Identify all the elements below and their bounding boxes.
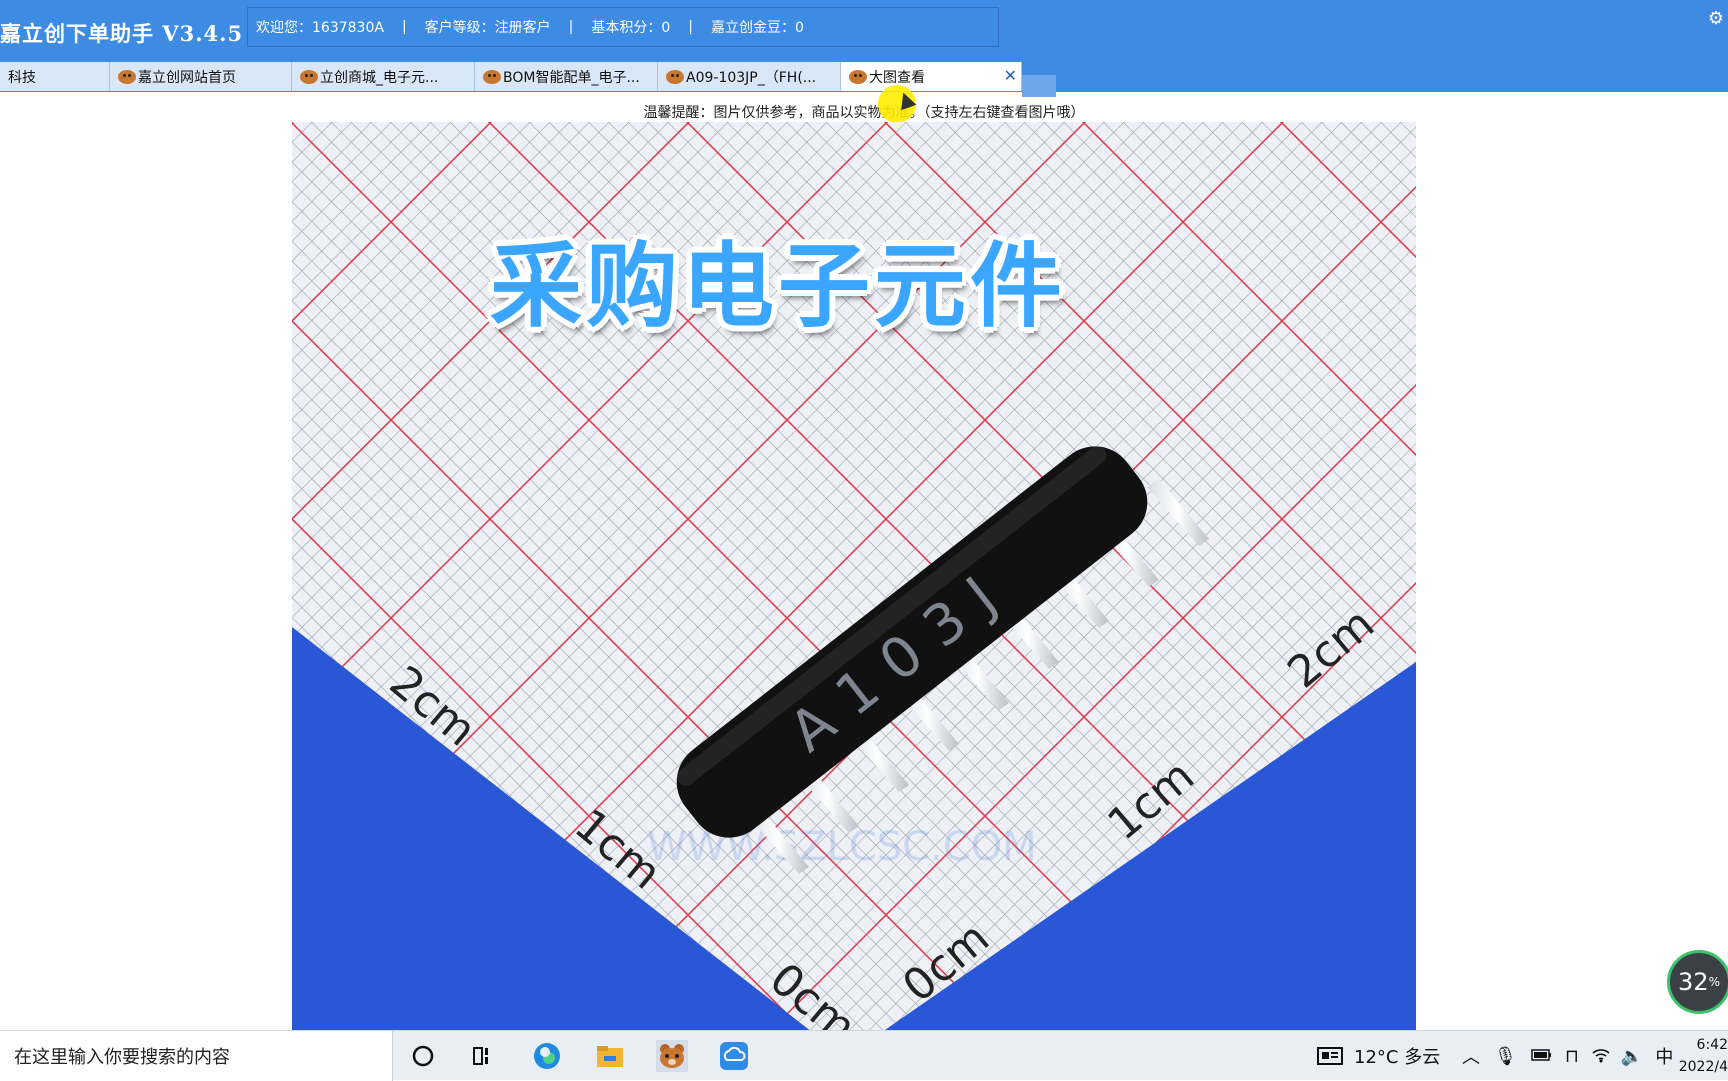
customer-level: 客户等级：注册客户 (424, 20, 551, 36)
tab-label: BOM智能配单_电子... (503, 69, 640, 86)
bear-icon (483, 69, 501, 84)
bear-icon (666, 69, 684, 84)
pin-icon[interactable]: ⊓ (1565, 1046, 1579, 1067)
search-placeholder: 在这里输入你要搜索的内容 (14, 1047, 230, 1068)
tab-image-view[interactable]: 大图查看 ✕ (841, 62, 1022, 91)
welcome-text: 欢迎您：1637830A (256, 20, 384, 36)
tab-label: 立创商城_电子元... (320, 69, 439, 86)
weather-widget[interactable]: 12°C 多云 (1316, 1031, 1440, 1081)
account-info-bar: 欢迎您：1637830A | 客户等级：注册客户 | 基本积分：0 | 嘉立创金… (247, 7, 999, 47)
progress-badge[interactable]: 32% (1667, 950, 1728, 1014)
file-explorer-icon[interactable] (594, 1040, 626, 1072)
chevron-up-icon[interactable]: ︿ (1462, 1043, 1480, 1069)
new-tab-area[interactable] (1022, 75, 1056, 97)
tab-label: 大图查看 (869, 69, 925, 86)
clock-date: 2022/4 (1678, 1059, 1728, 1075)
tray-icons: ︿ 🎙 ⊓ 🔈 中 (1462, 1031, 1673, 1081)
taskbar-search[interactable]: 在这里输入你要搜索的内容 (0, 1031, 393, 1081)
close-icon[interactable]: ✕ (1004, 66, 1017, 85)
tab-label: 嘉立创网站首页 (138, 69, 236, 86)
tab-part[interactable]: A09-103JP_（FH(... (658, 62, 841, 91)
bear-icon (118, 69, 136, 84)
bear-icon (849, 69, 867, 84)
clock[interactable]: 6:42 2022/4 (1668, 1034, 1728, 1078)
tab-lcsc-mall[interactable]: 立创商城_电子元... (292, 62, 475, 91)
tab-bom[interactable]: BOM智能配单_电子... (475, 62, 658, 91)
cortana-icon[interactable] (407, 1040, 439, 1072)
tab-label: 科技 (8, 69, 36, 86)
overlay-caption: 采购电子元件 (490, 233, 1067, 340)
volume-icon[interactable]: 🔈 (1621, 1046, 1643, 1067)
app-header: 嘉立创下单助手 V3.4.5 欢迎您：1637830A | 客户等级：注册客户 … (0, 0, 1728, 97)
tab-label: A09-103JP_（FH(... (686, 69, 817, 86)
news-icon (1317, 1047, 1343, 1065)
task-view-icon[interactable] (467, 1040, 499, 1072)
clock-time: 6:42 (1696, 1037, 1728, 1053)
battery-icon[interactable] (1531, 1046, 1553, 1067)
tab-company[interactable]: 科技 (0, 62, 110, 91)
points-text: 基本积分：0 (591, 20, 671, 36)
microphone-icon[interactable]: 🎙 (1494, 1046, 1517, 1067)
wifi-icon[interactable] (1591, 1045, 1611, 1068)
beans-text: 嘉立创金豆：0 (711, 20, 804, 36)
cloud-app-icon[interactable] (718, 1040, 750, 1072)
app-title: 嘉立创下单助手 V3.4.5 (0, 21, 244, 46)
gear-icon[interactable]: ⚙ (1708, 8, 1724, 29)
weather-text: 12°C 多云 (1354, 1047, 1441, 1068)
bear-app-icon[interactable] (656, 1040, 688, 1072)
tab-jlc-home[interactable]: 嘉立创网站首页 (110, 62, 292, 91)
watermark-text: WWW.SZLCSC.COM (647, 824, 1037, 870)
edge-icon[interactable] (531, 1040, 563, 1072)
bear-icon (300, 69, 318, 84)
notice-text: 温馨提醒：图片仅供参考，商品以实物为准。（支持左右键查看图片哦） (643, 105, 1085, 121)
taskbar: 在这里输入你要搜索的内容 12°C 多云 ︿ 🎙 ⊓ 🔈 中 6:42 2022… (0, 1030, 1728, 1081)
